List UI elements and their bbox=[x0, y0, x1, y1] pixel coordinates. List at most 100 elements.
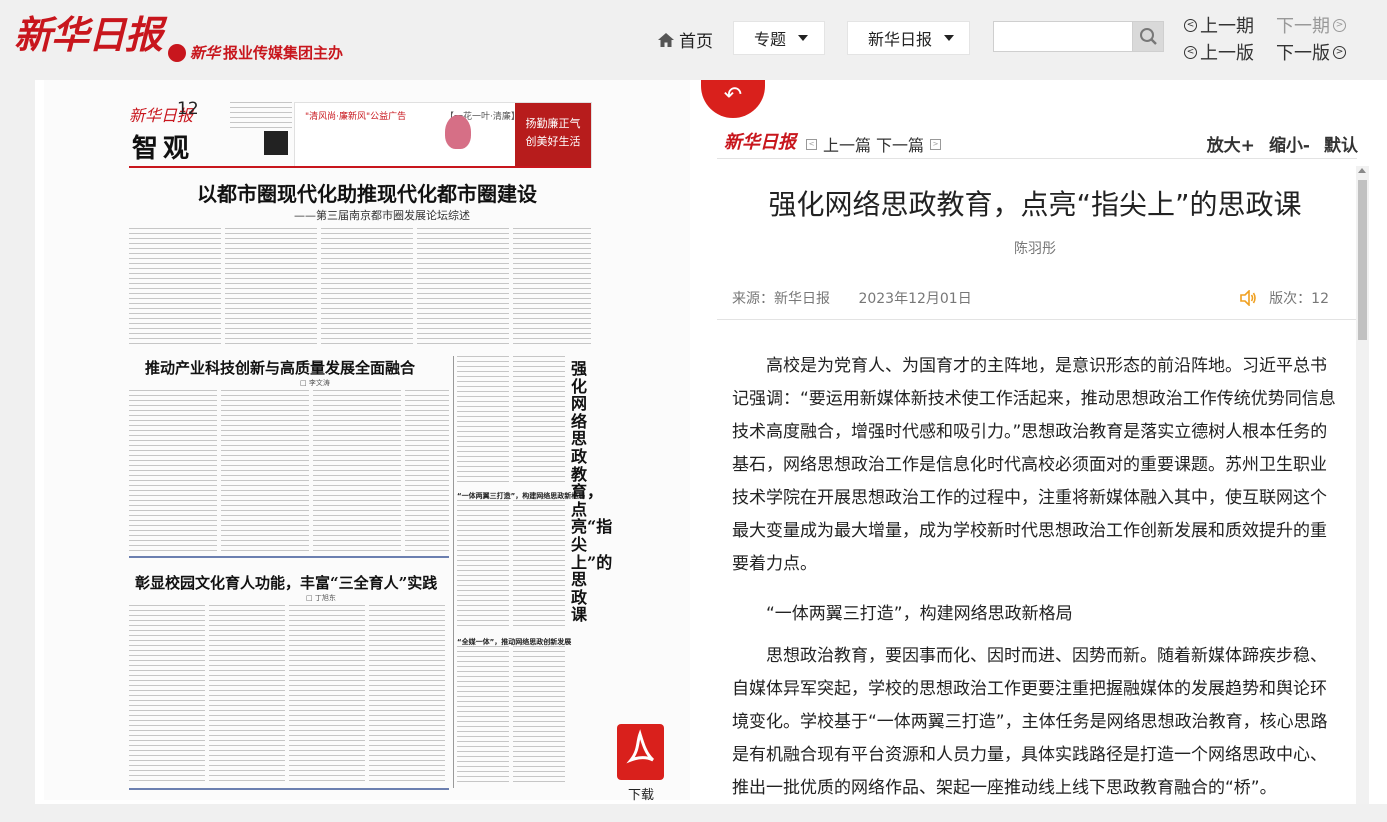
qr-code-icon bbox=[264, 131, 288, 155]
next-article-link[interactable]: 下一篇 bbox=[876, 132, 924, 156]
article-4-column[interactable] bbox=[513, 356, 565, 486]
article-3-column[interactable] bbox=[209, 605, 285, 785]
article-4-column[interactable] bbox=[513, 500, 565, 630]
article-paragraph: 高校是为党育人、为国育才的主阵地，是意识形态的前沿阵地。习近平总书记强调：“要运… bbox=[732, 356, 1336, 574]
divider bbox=[717, 158, 1357, 159]
paper-select-dropdown[interactable]: 新华日报 bbox=[847, 21, 970, 55]
article-1-column[interactable] bbox=[321, 228, 413, 348]
article-brand: 新华日报 bbox=[724, 132, 796, 153]
article-3-column[interactable] bbox=[289, 605, 365, 785]
next-issue-label: 下一期 bbox=[1276, 16, 1330, 37]
column-divider bbox=[453, 356, 454, 788]
ad-slogan-block: 扬勤廉正气 创美好生活 bbox=[515, 103, 591, 167]
chevron-down-icon bbox=[798, 35, 809, 41]
chevron-right-icon: > bbox=[1333, 18, 1346, 32]
default-size-button[interactable]: 默认 bbox=[1324, 131, 1358, 156]
chevron-right-icon: > bbox=[1333, 45, 1346, 59]
publisher-text: 报业传媒集团主办 bbox=[223, 44, 344, 62]
chevron-left-icon: < bbox=[1184, 45, 1197, 59]
zoom-in-button[interactable]: 放大+ bbox=[1207, 131, 1255, 156]
article-2-column[interactable] bbox=[313, 390, 401, 555]
chevron-down-icon bbox=[944, 35, 955, 41]
article-4-column[interactable] bbox=[457, 500, 509, 630]
paper-select-label: 新华日报 bbox=[868, 30, 933, 49]
article-2-bottom-rule bbox=[129, 556, 449, 558]
chevron-left-icon: < bbox=[806, 138, 817, 150]
paper-subheadline: ——第三届南京都市圈发展论坛综述 bbox=[294, 209, 470, 222]
article-edition: 版次：12 bbox=[1239, 288, 1329, 308]
newspaper-panel: 新华日报 12 智观 "清风尚·廉新风"公益广告 【一花一叶·清廉】 扬勤廉正气… bbox=[35, 80, 697, 804]
chevron-left-icon: < bbox=[1184, 18, 1197, 32]
article-4-column[interactable] bbox=[457, 356, 509, 486]
paper-section-title: 智观 bbox=[132, 134, 195, 164]
nav-home[interactable]: 首页 bbox=[658, 27, 713, 52]
zoom-out-button[interactable]: 缩小- bbox=[1269, 131, 1310, 156]
nav-home-label: 首页 bbox=[679, 32, 713, 52]
divider bbox=[717, 319, 1357, 320]
download-label[interactable]: 下载 bbox=[628, 784, 654, 803]
article-nav: < 上一篇 下一篇 > bbox=[800, 132, 947, 156]
article-title: 强化网络思政教育，点亮“指尖上”的思政课 bbox=[768, 188, 1302, 221]
search-icon bbox=[1140, 28, 1157, 45]
prev-issue-link[interactable]: < 上一期 bbox=[1181, 12, 1254, 38]
paper-masthead-info bbox=[230, 102, 292, 128]
prev-article-link[interactable]: 上一篇 bbox=[823, 132, 871, 156]
article-author: 陈羽彤 bbox=[1014, 241, 1056, 257]
pdf-download-button[interactable] bbox=[617, 724, 664, 780]
edition-label: 版次：12 bbox=[1269, 291, 1329, 307]
prev-edition-link[interactable]: < 上一版 bbox=[1181, 39, 1254, 65]
article-paragraph: 思想政治教育，要因事而化、因时而进、因势而新。随着新媒体蹄疾步稳、自媒体异军突起… bbox=[732, 646, 1328, 798]
article-3-column[interactable] bbox=[129, 605, 205, 785]
next-edition-label: 下一版 bbox=[1276, 43, 1330, 64]
article-2-column[interactable] bbox=[405, 390, 449, 555]
publisher-brand: 新华 bbox=[190, 44, 221, 62]
search-input[interactable] bbox=[993, 21, 1133, 52]
article-1-column[interactable] bbox=[225, 228, 317, 348]
next-edition-link[interactable]: 下一版 > bbox=[1276, 39, 1349, 65]
scroll-up-arrow-icon[interactable] bbox=[1358, 168, 1366, 173]
article-3-byline: □ 丁旭东 bbox=[306, 594, 336, 602]
search-button[interactable] bbox=[1132, 21, 1164, 52]
article-2-title[interactable]: 推动产业科技创新与高质量发展全面融合 bbox=[145, 357, 415, 378]
article-1-column[interactable] bbox=[417, 228, 509, 348]
article-panel: ↶ 新华日报 < 上一篇 下一篇 > 放大+ 缩小- 默认 强化网络思政教育，点… bbox=[697, 80, 1387, 804]
paper-main-headline[interactable]: 以都市圈现代化助推现代化都市圈建设 bbox=[44, 178, 690, 207]
article-date: 2023年12月01日 bbox=[858, 291, 972, 307]
article-2-column[interactable] bbox=[221, 390, 309, 555]
speaker-icon[interactable] bbox=[1239, 290, 1257, 306]
article-3-column[interactable] bbox=[369, 605, 445, 785]
site-logo[interactable]: 新华日报 bbox=[14, 4, 163, 59]
article-2-byline: □ 李文涛 bbox=[300, 379, 330, 387]
prev-issue-label: 上一期 bbox=[1200, 16, 1254, 37]
publisher-logo: 新华 报业传媒集团主办 bbox=[168, 42, 343, 63]
paper-advertisement: "清风尚·廉新风"公益广告 【一花一叶·清廉】 扬勤廉正气 创美好生活 bbox=[294, 102, 592, 168]
newspaper-page-image[interactable]: 新华日报 12 智观 "清风尚·廉新风"公益广告 【一花一叶·清廉】 扬勤廉正气… bbox=[44, 80, 690, 800]
topics-dropdown[interactable]: 专题 bbox=[733, 21, 825, 55]
paper-page-number: 12 bbox=[177, 99, 199, 119]
article-source: 来源：新华日报 bbox=[732, 291, 830, 307]
prev-edition-label: 上一版 bbox=[1200, 43, 1254, 64]
paper-vertical-title[interactable]: 强化网络思政教育，点亮“指尖上”的思政课 bbox=[571, 360, 612, 624]
ad-slogan-2: 创美好生活 bbox=[525, 135, 581, 148]
next-issue-link[interactable]: 下一期 > bbox=[1276, 12, 1349, 38]
ad-tagline: "清风尚·廉新风"公益广告 bbox=[305, 112, 407, 122]
top-bar: 新华日报 新华 报业传媒集团主办 首页 专题 新华日报 < 上一期 下一期 > … bbox=[0, 0, 1387, 80]
article-1-column[interactable] bbox=[513, 228, 591, 348]
article-1-column[interactable] bbox=[129, 228, 221, 348]
home-icon bbox=[658, 32, 674, 47]
back-button[interactable]: ↶ bbox=[701, 80, 765, 118]
article-2-column[interactable] bbox=[129, 390, 217, 555]
font-size-tools: 放大+ 缩小- 默认 bbox=[1207, 131, 1358, 156]
chevron-right-icon: > bbox=[930, 138, 942, 150]
article-4-column[interactable] bbox=[457, 646, 509, 786]
lotus-icon bbox=[445, 115, 471, 149]
scrollbar-thumb[interactable] bbox=[1358, 180, 1367, 340]
article-body: 高校是为党育人、为国育才的主阵地，是意识形态的前沿阵地。习近平总书记强调：“要运… bbox=[732, 350, 1340, 822]
article-subheading: “一体两翼三打造”，构建网络思政新格局 bbox=[766, 604, 1073, 624]
article-meta: 来源：新华日报 2023年12月01日 bbox=[732, 288, 972, 308]
article-3-title[interactable]: 彰显校园文化育人功能，丰富“三全育人”实践 bbox=[135, 572, 437, 593]
paper-header-rule bbox=[129, 166, 591, 168]
back-arrow-icon: ↶ bbox=[723, 83, 743, 108]
ad-slogan-1: 扬勤廉正气 bbox=[525, 117, 581, 130]
article-4-column[interactable] bbox=[513, 646, 565, 786]
